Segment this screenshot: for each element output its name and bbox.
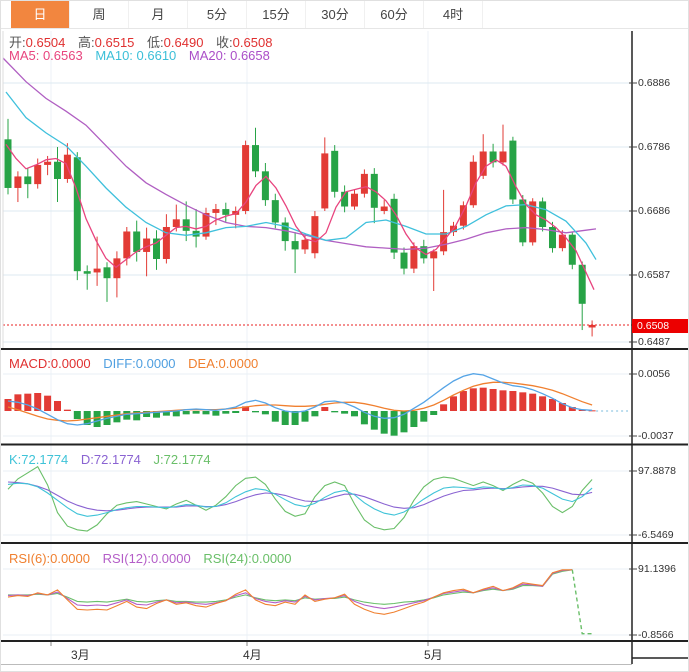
ma-row: MA5: 0.6563 MA10: 0.6610 MA20: 0.6658 [9, 48, 279, 63]
rsi-axis-min: -0.8566 [638, 629, 674, 641]
tab-30分[interactable]: 30分 [306, 1, 365, 28]
j-value: J:72.1774 [154, 452, 211, 467]
period-tab-bar: 日周月5分15分30分60分4时 [1, 1, 689, 29]
last-price-badge: 0.6508 [632, 319, 689, 333]
macd-value: MACD:0.0000 [9, 356, 91, 371]
d-value: D:72.1774 [81, 452, 141, 467]
kdj-row: K:72.1774 D:72.1774 J:72.1774 [9, 452, 220, 467]
ma20-value: MA20: 0.6658 [189, 48, 270, 63]
tab-月[interactable]: 月 [129, 1, 188, 28]
price-axis-label: 0.6686 [638, 205, 670, 217]
k-value: K:72.1774 [9, 452, 68, 467]
price-axis-label: 0.6587 [638, 269, 670, 281]
rsi6-value: RSI(6):0.0000 [9, 551, 90, 566]
rsi-row: RSI(6):0.0000 RSI(12):0.0000 RSI(24):0.0… [9, 551, 301, 566]
kdj-axis-min: -6.5469 [638, 529, 674, 541]
kdj-axis-max: 97.8878 [638, 465, 676, 477]
macd-axis-min: -0.0037 [638, 430, 674, 442]
rsi-axis-max: 91.1396 [638, 563, 676, 575]
price-axis-label: 0.6886 [638, 77, 670, 89]
price-axis-label: 0.6786 [638, 141, 670, 153]
month-label-may: 5月 [424, 646, 443, 663]
rsi24-value: RSI(24):0.0000 [203, 551, 291, 566]
tab-周[interactable]: 周 [70, 1, 129, 28]
tab-5分[interactable]: 5分 [188, 1, 247, 28]
chart-canvas[interactable] [1, 1, 689, 672]
tab-60分[interactable]: 60分 [365, 1, 424, 28]
tab-日[interactable]: 日 [11, 1, 70, 28]
tab-4时[interactable]: 4时 [424, 1, 483, 28]
ma5-value: MA5: 0.6563 [9, 48, 83, 63]
dea-value: DEA:0.0000 [188, 356, 258, 371]
macd-axis-max: 0.0056 [638, 368, 670, 380]
chart-app: 日周月5分15分30分60分4时 开:0.6504 高:0.6515 低:0.6… [0, 0, 689, 672]
diff-value: DIFF:0.0000 [103, 356, 175, 371]
tab-15分[interactable]: 15分 [247, 1, 306, 28]
ma10-value: MA10: 0.6610 [95, 48, 176, 63]
price-axis-label: 0.6487 [638, 336, 670, 348]
macd-row: MACD:0.0000 DIFF:0.0000 DEA:0.0000 [9, 356, 267, 371]
month-label-april: 4月 [243, 646, 262, 663]
rsi12-value: RSI(12):0.0000 [103, 551, 191, 566]
month-label-march: 3月 [71, 646, 90, 663]
